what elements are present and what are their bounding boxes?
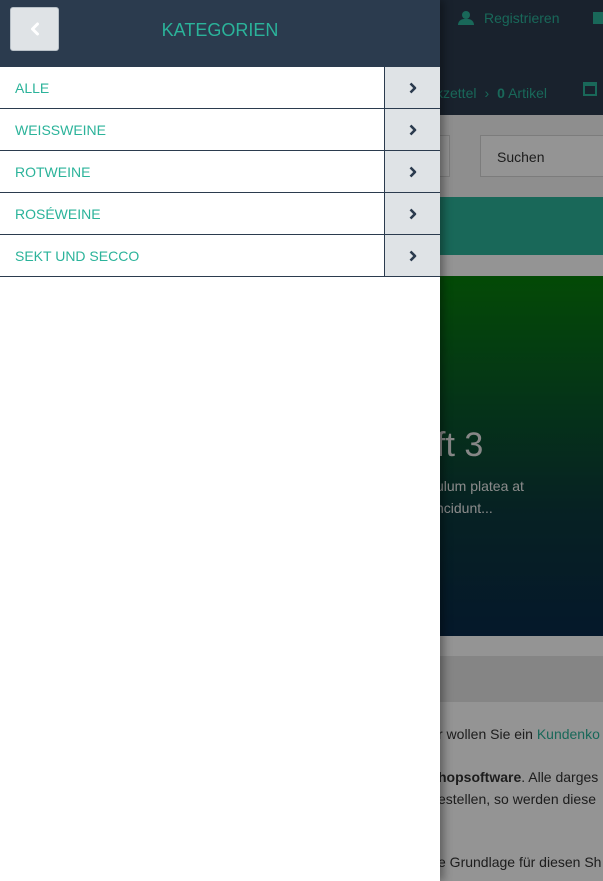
category-item-sekt-und-secco[interactable]: SEKT UND SECCO [0,235,440,277]
offcanvas-title: KATEGORIEN [161,20,279,40]
category-item-roseweine[interactable]: ROSÉWEINE [0,193,440,235]
chevron-right-icon [409,124,416,135]
category-expand-button[interactable] [384,109,440,150]
category-label[interactable]: ROTWEINE [15,164,90,180]
category-list: ALLE WEISSWEINE ROTWEINE ROSÉWEINE SEKT … [0,67,440,277]
category-expand-button[interactable] [384,235,440,276]
chevron-right-icon [409,82,416,93]
category-item-rotweine[interactable]: ROTWEINE [0,151,440,193]
offcanvas-menu: KATEGORIEN ALLE WEISSWEINE ROTWEINE ROSÉ… [0,0,440,881]
chevron-right-icon [409,250,416,261]
category-expand-button[interactable] [384,151,440,192]
chevron-right-icon [409,208,416,219]
category-expand-button[interactable] [384,193,440,234]
category-item-weissweine[interactable]: WEISSWEINE [0,109,440,151]
category-label[interactable]: ROSÉWEINE [15,206,101,222]
offcanvas-header: KATEGORIEN [0,0,440,67]
chevron-right-icon [409,166,416,177]
category-label[interactable]: SEKT UND SECCO [15,248,139,264]
category-expand-button[interactable] [384,67,440,108]
category-item-alle[interactable]: ALLE [0,67,440,109]
category-label[interactable]: ALLE [15,80,49,96]
category-label[interactable]: WEISSWEINE [15,122,106,138]
